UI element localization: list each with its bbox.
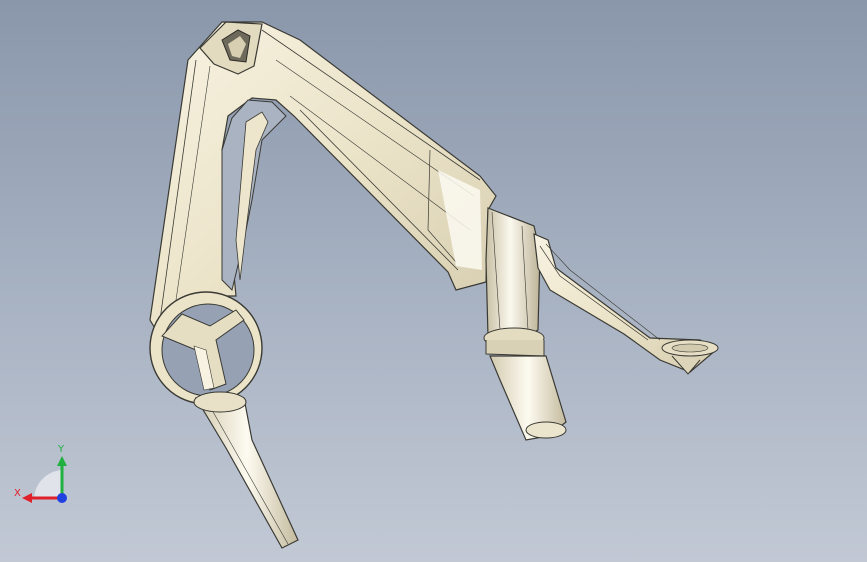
chain-stay — [194, 397, 299, 549]
graphics-viewport[interactable]: Y X — [0, 0, 867, 562]
x-axis-label: X — [14, 488, 21, 499]
head-tube — [485, 207, 541, 345]
axis-triad: Y X — [14, 444, 67, 503]
z-axis-icon — [57, 493, 67, 503]
y-axis-label: Y — [57, 444, 65, 455]
bicycle-frame-model[interactable] — [0, 0, 867, 562]
